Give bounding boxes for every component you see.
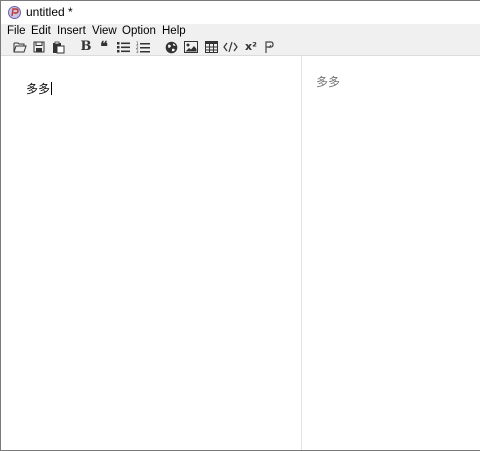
paste-button[interactable] — [50, 39, 66, 55]
menu-bar: File Edit Insert View Option Help — [1, 24, 480, 39]
preview-pane: 多多 — [302, 56, 480, 450]
menu-view[interactable]: View — [92, 25, 117, 37]
menu-edit[interactable]: Edit — [31, 25, 51, 37]
menu-option[interactable]: Option — [122, 25, 156, 37]
open-file-button[interactable] — [12, 39, 28, 55]
title-bar: untitled * — [1, 0, 480, 25]
quote-button[interactable]: ❝ — [96, 39, 112, 55]
superscript-button[interactable]: x² — [242, 39, 260, 55]
app-window: untitled * File Edit Insert View Option … — [0, 0, 480, 451]
markdown-editor[interactable]: 多多 — [1, 56, 301, 450]
image-icon — [184, 41, 198, 53]
svg-text:3: 3 — [136, 49, 139, 54]
save-button[interactable] — [31, 39, 47, 55]
unordered-list-icon — [116, 42, 130, 53]
image-button[interactable] — [183, 39, 199, 55]
bold-icon: B — [80, 39, 92, 54]
ordered-list-button[interactable]: 1 2 3 — [135, 39, 151, 55]
paragraph-button[interactable] — [261, 39, 277, 55]
link-button[interactable] — [163, 39, 179, 55]
preview-content: 多多 — [316, 75, 341, 89]
menu-insert[interactable]: Insert — [57, 25, 86, 37]
ordered-list-icon: 1 2 3 — [136, 41, 150, 54]
code-icon — [222, 41, 238, 53]
table-button[interactable] — [203, 39, 219, 55]
bold-button[interactable]: B — [78, 39, 94, 55]
unordered-list-button[interactable] — [115, 39, 131, 55]
paste-icon — [52, 41, 64, 53]
link-globe-icon — [165, 41, 177, 53]
menu-file[interactable]: File — [7, 25, 26, 37]
table-icon — [204, 41, 218, 53]
folder-open-icon — [13, 42, 27, 53]
window-title: untitled * — [26, 5, 73, 19]
toolbar: B ❝ 1 2 3 x² — [1, 39, 480, 56]
save-icon — [33, 41, 45, 53]
quote-icon: ❝ — [100, 39, 108, 55]
editor-content: 多多 — [26, 82, 53, 96]
app-logo-icon — [8, 6, 21, 19]
paragraph-icon — [265, 40, 274, 53]
code-button[interactable] — [222, 39, 238, 55]
menu-help[interactable]: Help — [162, 25, 186, 37]
text-caret — [51, 82, 53, 95]
superscript-icon: x² — [245, 40, 257, 53]
